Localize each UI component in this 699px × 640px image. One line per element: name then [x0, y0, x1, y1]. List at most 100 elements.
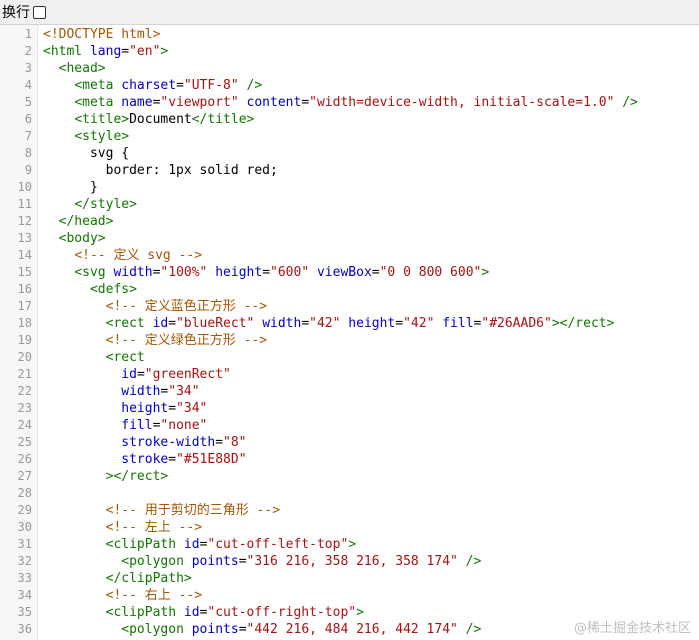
code-token: =	[371, 265, 380, 280]
code-line: 29 <!-- 用于剪切的三角形 -->	[0, 502, 699, 519]
code-token: </clipPath>	[105, 571, 192, 586]
code-token: svg {	[43, 146, 130, 161]
code-token: charset	[121, 78, 177, 93]
code-editor[interactable]: 1 <!DOCTYPE html> 2 <html lang="en"> 3 <head…	[0, 25, 699, 640]
line-number: 16	[17, 282, 32, 296]
code-token: <!DOCTYPE html>	[43, 27, 161, 42]
code-token: <body>	[58, 231, 106, 246]
code-token: />	[457, 554, 482, 569]
code-token: >	[160, 44, 169, 59]
code-token: <!-- 右上 -->	[105, 588, 203, 603]
code-token: >	[348, 537, 357, 552]
code-text: <defs>	[43, 281, 137, 298]
code-text: }	[43, 179, 98, 196]
line-number: 1	[24, 27, 32, 41]
code-line: 30 <!-- 左上 -->	[0, 519, 699, 536]
line-number: 36	[17, 622, 32, 636]
line-number: 14	[17, 248, 32, 262]
code-token: name	[121, 95, 153, 110]
code-token: "viewport"	[160, 95, 239, 110]
code-token: "en"	[129, 44, 161, 59]
code-text: <meta charset="UTF-8" />	[43, 77, 262, 94]
line-number: 21	[17, 367, 32, 381]
code-text: <!-- 用于剪切的三角形 -->	[43, 502, 280, 519]
code-token: width	[113, 265, 153, 280]
code-line: 15 <svg width="100%" height="600" viewBo…	[0, 264, 699, 281]
code-line: 1 <!DOCTYPE html>	[0, 26, 699, 43]
code-token: points	[191, 622, 239, 637]
code-text: <svg width="100%" height="600" viewBox="…	[43, 264, 489, 281]
code-token: fill	[442, 316, 474, 331]
code-token: </style>	[74, 197, 137, 212]
line-number: 12	[17, 214, 32, 228]
code-token: "100%"	[160, 265, 208, 280]
code-line: 17 <!-- 定义蓝色正方形 -->	[0, 298, 699, 315]
line-number: 8	[24, 146, 32, 160]
word-wrap-checkbox[interactable]	[33, 5, 46, 19]
code-line: 18 <rect id="blueRect" width="42" height…	[0, 315, 699, 332]
code-token: <!-- 左上 -->	[105, 520, 203, 535]
code-token: <!-- 定义蓝色正方形 -->	[105, 299, 268, 314]
code-line: 12 </head>	[0, 213, 699, 230]
line-number: 22	[17, 384, 32, 398]
code-token: >	[356, 605, 364, 620]
code-token: ></rect>	[551, 316, 615, 331]
code-token: viewBox	[316, 265, 372, 280]
code-token: >	[481, 265, 490, 280]
code-token: "cut-off-right-top"	[207, 605, 357, 620]
code-text: stroke-width="8"	[43, 434, 247, 451]
code-text: <clipPath id="cut-off-right-top">	[43, 604, 364, 621]
code-line: 24 fill="none"	[0, 417, 699, 434]
code-token: =	[215, 435, 224, 450]
code-token: =	[168, 452, 177, 467]
code-token: />	[614, 95, 638, 110]
code-token: border: 1px solid red;	[43, 163, 278, 178]
code-token: <defs>	[89, 282, 137, 297]
code-text: <!-- 右上 -->	[43, 587, 202, 604]
code-token: "442 216, 484 216, 442 174"	[246, 622, 458, 637]
code-text: fill="none"	[43, 417, 207, 434]
line-number: 2	[24, 44, 32, 58]
line-number: 6	[24, 112, 32, 126]
line-number: 34	[17, 588, 32, 602]
code-line: 5 <meta name="viewport" content="width=d…	[0, 94, 699, 111]
code-token: <!-- 定义绿色正方形 -->	[105, 333, 268, 348]
code-token: Document	[129, 112, 192, 127]
line-number: 33	[17, 571, 32, 585]
code-token: fill	[121, 418, 153, 433]
code-text: <!-- 定义绿色正方形 -->	[43, 332, 267, 349]
code-text: <title>Document</title>	[43, 111, 254, 128]
code-token: "width=device-width, initial-scale=1.0"	[309, 95, 615, 110]
code-text: <!-- 定义 svg -->	[43, 247, 202, 264]
code-line: 25 stroke-width="8"	[0, 434, 699, 451]
code-token: "none"	[160, 418, 208, 433]
code-text: </style>	[43, 196, 137, 213]
code-token: "8"	[223, 435, 247, 450]
line-number: 20	[17, 350, 32, 364]
code-line: 21 id="greenRect"	[0, 366, 699, 383]
code-token: =	[136, 367, 145, 382]
code-line: 33 </clipPath>	[0, 570, 699, 587]
code-token: height	[215, 265, 263, 280]
line-number: 13	[17, 231, 32, 245]
code-line: 2 <html lang="en">	[0, 43, 699, 60]
code-text: </clipPath>	[43, 570, 192, 587]
code-token: id	[121, 367, 137, 382]
code-token: =	[262, 265, 271, 280]
code-token: <meta	[74, 95, 122, 110]
